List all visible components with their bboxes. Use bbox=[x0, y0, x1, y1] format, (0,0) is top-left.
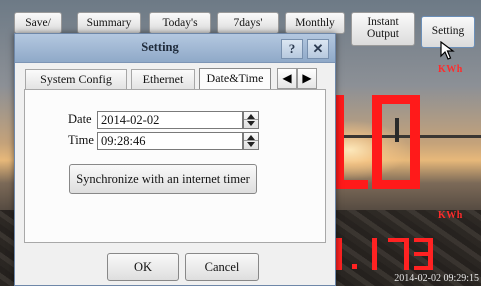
spinner-divider bbox=[244, 140, 258, 141]
cancel-button[interactable]: Cancel bbox=[185, 253, 259, 281]
spin-down-icon[interactable] bbox=[247, 121, 255, 126]
date-label: Date bbox=[68, 112, 92, 126]
spin-down-icon[interactable] bbox=[247, 142, 255, 147]
tab-ethernet[interactable]: Ethernet bbox=[131, 69, 195, 89]
digit-segment bbox=[336, 238, 342, 270]
date-spinner[interactable] bbox=[243, 111, 259, 129]
help-button[interactable]: ? bbox=[281, 39, 303, 59]
digit-segment bbox=[404, 238, 409, 270]
dialog-titlebar[interactable]: Setting ? ✕ bbox=[15, 34, 335, 63]
monthly-button[interactable]: Monthly bbox=[285, 12, 345, 34]
dialog-title: Setting bbox=[141, 40, 179, 54]
close-button[interactable]: ✕ bbox=[307, 39, 329, 59]
setting-dialog: Setting ? ✕ System Config Ethernet Date&… bbox=[14, 33, 336, 286]
pier-post bbox=[395, 118, 399, 142]
time-field[interactable]: 09:28:46 bbox=[97, 132, 243, 150]
digit-segment bbox=[372, 180, 420, 189]
digit-segment bbox=[372, 95, 382, 189]
spinner-divider bbox=[244, 119, 258, 120]
instant-output-line1: Instant bbox=[367, 16, 399, 28]
timestamp: 2014-02-02 09:29:15 bbox=[394, 273, 479, 284]
time-label: Time bbox=[68, 133, 94, 147]
tab-system-config[interactable]: System Config bbox=[25, 69, 127, 89]
mouse-cursor-icon bbox=[440, 41, 455, 60]
tab-scroll-right-icon[interactable]: ▶ bbox=[297, 68, 317, 89]
todays-button[interactable]: Today's bbox=[149, 12, 211, 34]
decimal-point bbox=[352, 264, 357, 269]
summary-button[interactable]: Summary bbox=[77, 12, 141, 34]
save-button[interactable]: Save/ bbox=[14, 12, 62, 34]
digit-segment bbox=[334, 180, 368, 189]
synchronize-button[interactable]: Synchronize with an internet timer bbox=[69, 164, 257, 194]
seven-days-button[interactable]: 7days' bbox=[217, 12, 279, 34]
date-time-panel: Date 2014-02-02 Time 09:28:46 Synchroniz… bbox=[24, 89, 326, 243]
kwh-unit-top: KWh bbox=[438, 64, 463, 75]
tab-date-time[interactable]: Date&Time bbox=[199, 68, 271, 90]
tab-scroll-left-icon[interactable]: ◀ bbox=[277, 68, 297, 89]
digit-segment bbox=[372, 238, 377, 270]
digit-segment bbox=[414, 252, 432, 256]
kwh-unit-bottom: KWh bbox=[438, 210, 463, 221]
date-field[interactable]: 2014-02-02 bbox=[97, 111, 243, 129]
instant-output-button[interactable]: Instant Output bbox=[351, 12, 415, 46]
time-spinner[interactable] bbox=[243, 132, 259, 150]
digit-segment bbox=[414, 266, 432, 270]
ok-button[interactable]: OK bbox=[107, 253, 179, 281]
instant-output-line2: Output bbox=[367, 28, 399, 40]
digit-segment bbox=[410, 95, 420, 189]
